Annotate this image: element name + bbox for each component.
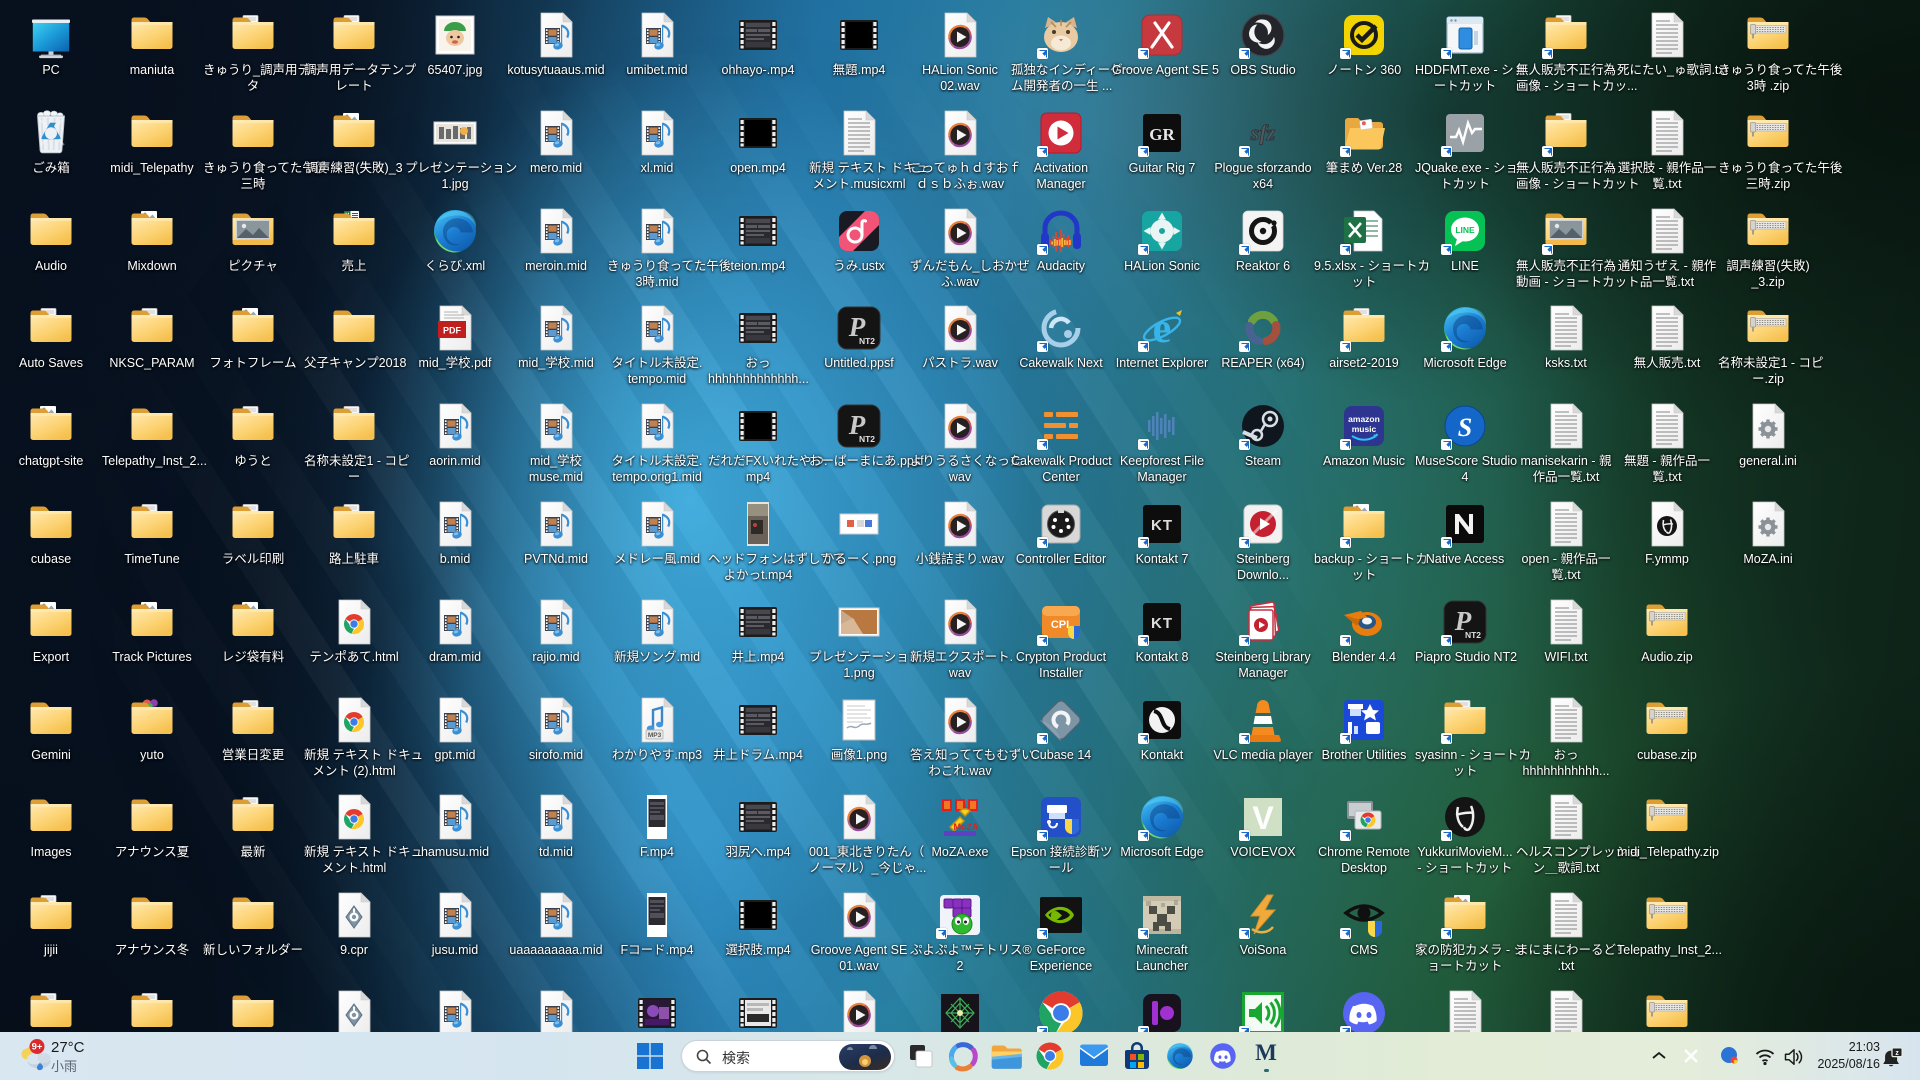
svg-text:9+: 9+ (32, 1042, 43, 1053)
svg-text:z: z (1895, 1050, 1899, 1057)
